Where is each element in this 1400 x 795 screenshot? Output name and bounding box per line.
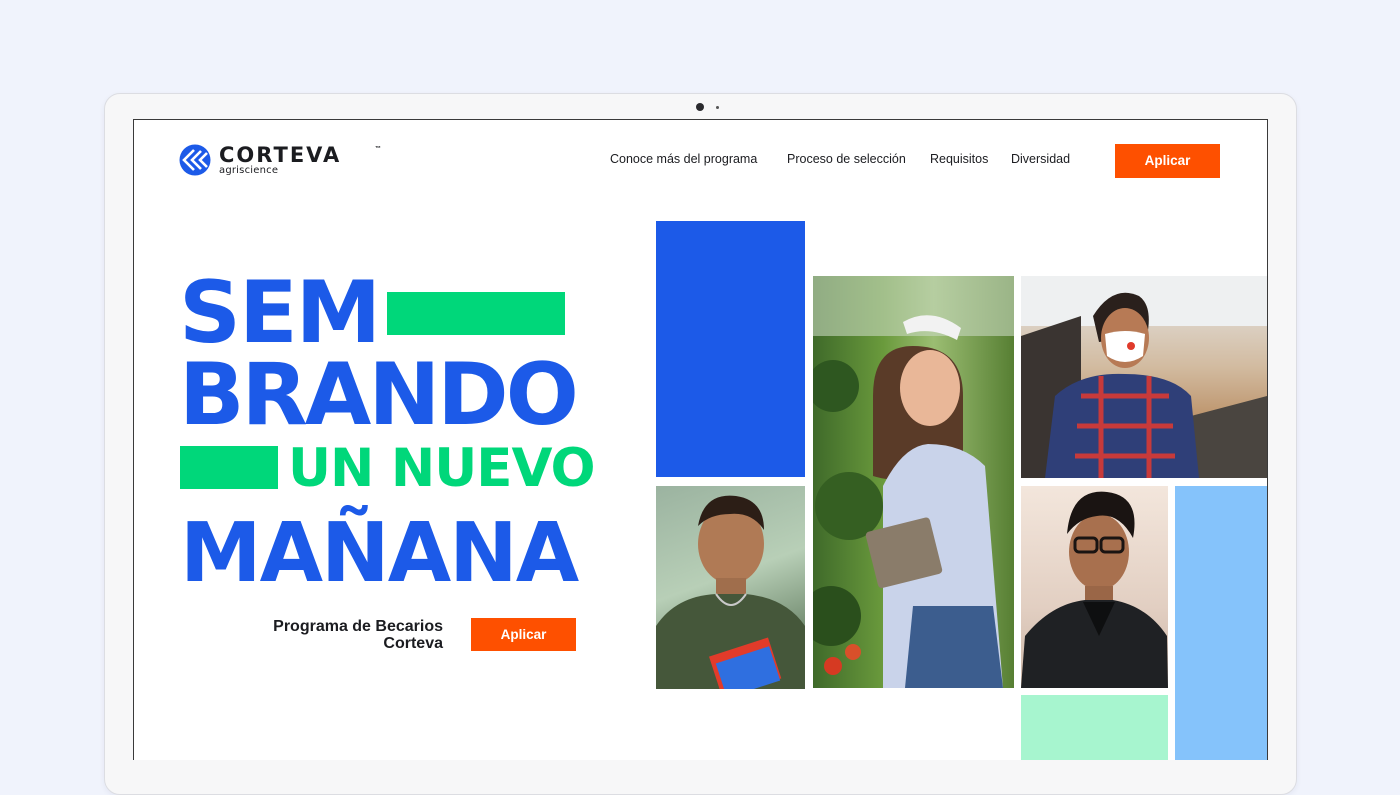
logo-wordmark: CORTEVA bbox=[219, 143, 342, 167]
photo-young-man-with-glasses bbox=[1021, 486, 1168, 688]
logo-trademark: ™ bbox=[375, 146, 381, 152]
corteva-logo-icon bbox=[179, 144, 211, 176]
camera-icon bbox=[696, 103, 704, 111]
photo-woman-with-face-mask bbox=[1021, 276, 1267, 478]
apply-button-hero[interactable]: Aplicar bbox=[471, 618, 576, 651]
hero-line-2: BRANDO bbox=[179, 345, 579, 445]
photo-woman-with-tablet-in-field bbox=[813, 276, 1014, 688]
light-blue-color-block bbox=[1175, 486, 1267, 760]
photo-student-with-notebook bbox=[656, 486, 805, 689]
green-accent-bar bbox=[387, 292, 565, 335]
camera-sensor-icon bbox=[716, 106, 719, 109]
apply-button-header[interactable]: Aplicar bbox=[1115, 144, 1220, 178]
nav-link-programa[interactable]: Conoce más del programa bbox=[610, 152, 757, 166]
program-name-line-2: Corteva bbox=[383, 635, 443, 652]
program-name-line-1: Programa de Becarios bbox=[273, 618, 443, 635]
hero-line-3: UN NUEVO bbox=[288, 438, 596, 499]
nav-link-proceso[interactable]: Proceso de selección bbox=[787, 152, 906, 166]
browser-screen: CORTEVA ™ agriscience Conoce más del pro… bbox=[133, 119, 1268, 760]
nav-link-diversidad[interactable]: Diversidad bbox=[1011, 152, 1070, 166]
program-name: Programa de Becarios Corteva bbox=[234, 618, 443, 652]
logo-tagline: agriscience bbox=[219, 165, 279, 176]
nav-link-requisitos[interactable]: Requisitos bbox=[930, 152, 988, 166]
hero-line-4: MAÑANA bbox=[180, 506, 579, 601]
hero-line-1: SEM bbox=[179, 263, 381, 363]
green-accent-bar bbox=[180, 446, 278, 489]
blue-color-block bbox=[656, 221, 805, 477]
mint-color-block bbox=[1021, 695, 1168, 760]
